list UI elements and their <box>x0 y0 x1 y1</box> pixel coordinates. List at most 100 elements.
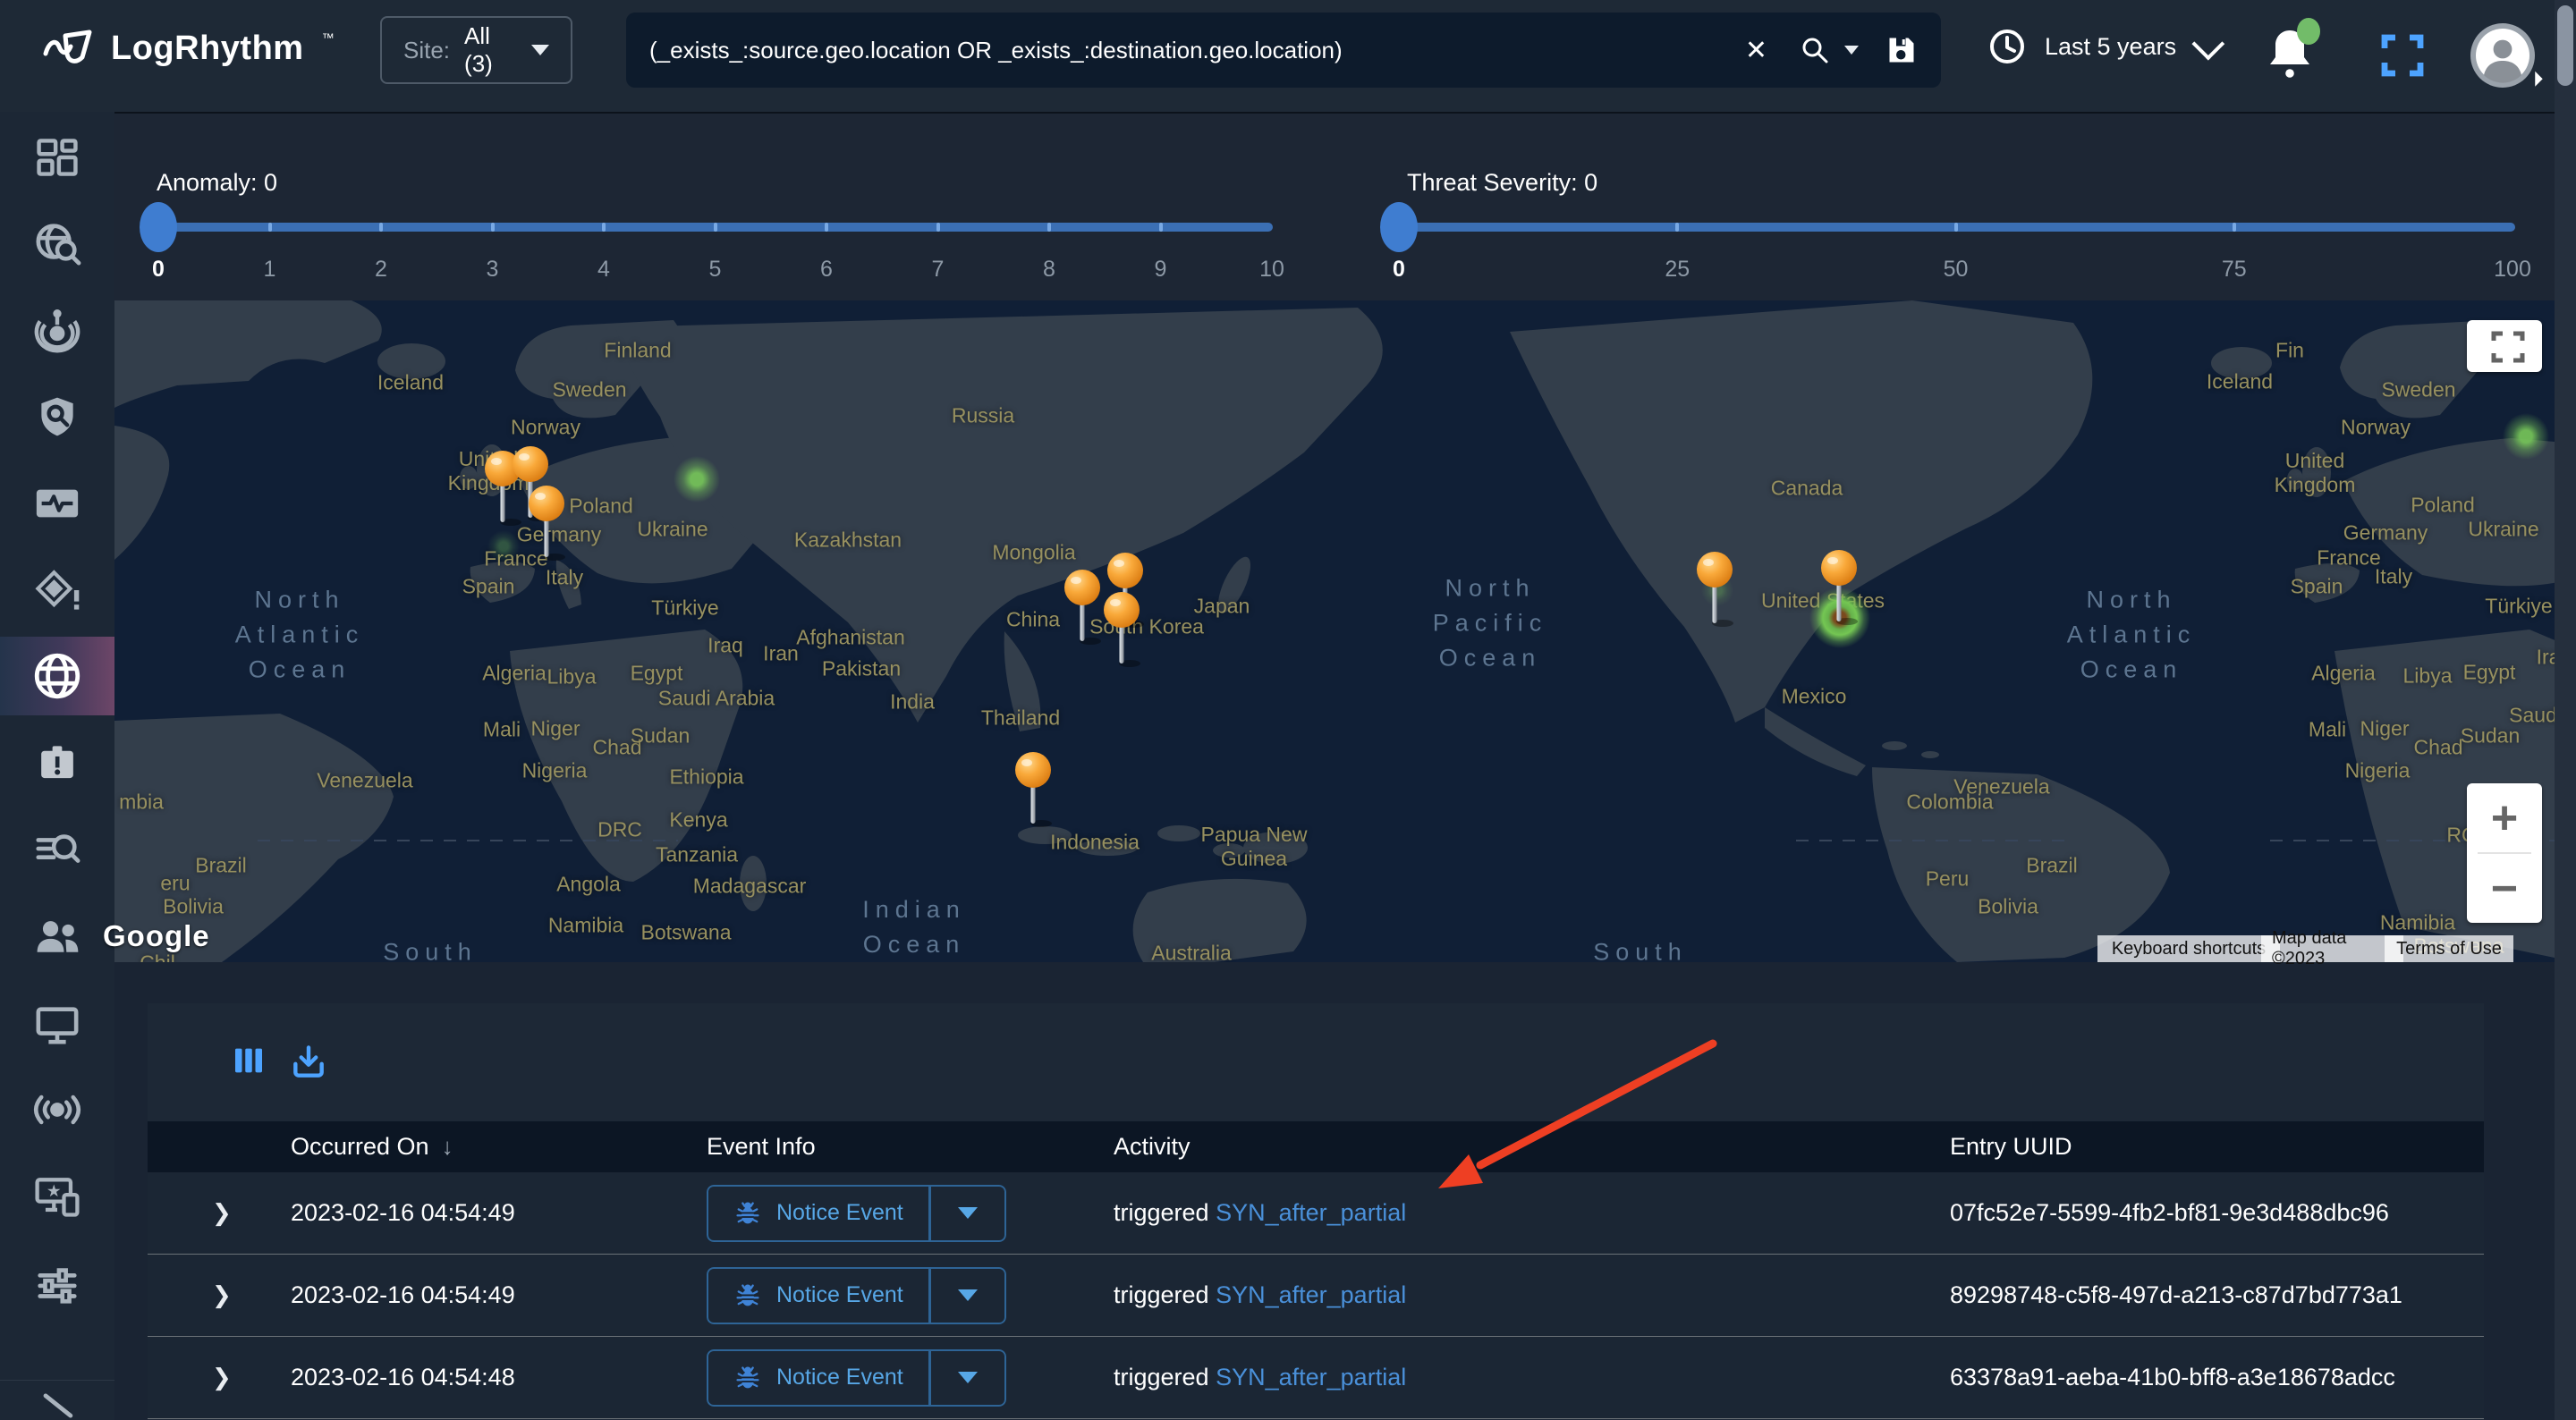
threat-slider-handle[interactable] <box>1380 202 1418 252</box>
col-activity[interactable]: Activity <box>1114 1133 1950 1161</box>
col-occurred-on[interactable]: Occurred On↓ <box>291 1133 707 1161</box>
site-label: Site: <box>403 37 450 64</box>
slider-tick-label: 5 <box>709 257 722 283</box>
col-event-info[interactable]: Event Info <box>707 1133 1114 1161</box>
logrhythm-mark-icon <box>43 27 95 70</box>
save-icon[interactable] <box>1885 34 1918 66</box>
map-fullscreen-icon <box>2467 320 2542 372</box>
zoom-in-button[interactable]: + <box>2467 783 2542 852</box>
clock-icon <box>1987 27 2027 66</box>
occurred-on-cell: 2023-02-16 04:54:49 <box>291 1199 707 1227</box>
notice-event-caret[interactable] <box>930 1349 1006 1407</box>
map-fullscreen-button[interactable] <box>2467 320 2542 372</box>
google-logo[interactable]: Google <box>103 919 210 953</box>
notice-event-caret[interactable] <box>930 1267 1006 1324</box>
filter-sliders: Anomaly: 0 012345678910 Threat Severity:… <box>114 114 2576 300</box>
sidebar-item-discover[interactable] <box>0 204 114 283</box>
sidebar-item-case-alert[interactable] <box>0 724 114 803</box>
zoom-out-button[interactable]: − <box>2467 854 2542 923</box>
partial-icon <box>34 1392 80 1419</box>
brand-name: LogRhythm <box>111 30 304 68</box>
row-expand-chevron-icon[interactable]: ❯ <box>148 1199 291 1227</box>
sidebar-item-alarms[interactable] <box>0 551 114 630</box>
sidebar-item-broadcast[interactable] <box>0 1070 114 1149</box>
search-bar[interactable]: (_exists_:source.geo.location OR _exists… <box>626 13 1941 88</box>
search-query[interactable]: (_exists_:source.geo.location OR _exists… <box>649 37 1740 64</box>
event-info-cell: Notice Event <box>707 1349 1114 1407</box>
anomaly-slider-handle[interactable] <box>140 202 177 252</box>
map-landmass <box>114 300 2576 962</box>
geo-map[interactable]: IcelandFinlandSwedenNorwayRussiaUnited K… <box>114 300 2576 962</box>
occurred-on-cell: 2023-02-16 04:54:49 <box>291 1281 707 1309</box>
notice-event-button[interactable]: Notice Event <box>707 1185 1006 1242</box>
download-icon[interactable] <box>289 1043 328 1082</box>
sidebar-item-monitor[interactable] <box>0 985 114 1064</box>
shield-search-icon <box>34 393 80 440</box>
user-avatar[interactable] <box>2470 23 2535 88</box>
sidebar-item-log-search[interactable] <box>0 811 114 890</box>
sidebar-item-devices[interactable]: ★ <box>0 1157 114 1236</box>
sort-desc-icon[interactable]: ↓ <box>442 1133 453 1160</box>
notice-event-label: Notice Event <box>776 1200 903 1226</box>
sidebar-item-shield-search[interactable] <box>0 377 114 456</box>
time-range-selector[interactable]: Last 5 years <box>1987 27 2217 66</box>
sidebar-item-partial[interactable] <box>0 1390 114 1420</box>
row-expand-chevron-icon[interactable]: ❯ <box>148 1364 291 1391</box>
events-table-panel: Occurred On↓ Event Info Activity Entry U… <box>148 1003 2484 1420</box>
badge-alert-icon <box>35 741 80 786</box>
logrhythm-logo[interactable]: LogRhythm ™ <box>43 27 333 70</box>
search-icon[interactable] <box>1800 35 1859 65</box>
left-sidebar: ★ <box>0 112 114 1420</box>
sidebar-item-settings[interactable] <box>0 1245 114 1323</box>
activity-link[interactable]: SYN_after_partial <box>1216 1281 1406 1308</box>
sidebar-item-users[interactable] <box>0 898 114 976</box>
notifications-button[interactable] <box>2267 25 2317 82</box>
terms-of-use-link[interactable]: Terms of Use <box>2385 935 2513 962</box>
threat-slider-label: Threat Severity: 0 <box>1407 169 1597 197</box>
notification-badge <box>2297 18 2320 45</box>
broadcast-icon <box>32 1088 82 1131</box>
slider-tick-label: 1 <box>264 257 276 283</box>
columns-icon[interactable] <box>231 1043 267 1078</box>
page-scrollbar[interactable] <box>2555 0 2576 1420</box>
logrhythm-console: LogRhythm ™ Site: All (3) (_exists_:sour… <box>0 0 2576 1420</box>
notice-event-label: Notice Event <box>776 1282 903 1308</box>
fullscreen-icon[interactable] <box>2379 32 2426 79</box>
table-toolbar <box>148 1003 2484 1121</box>
entry-uuid-cell: 89298748-c5f8-497d-a213-c87d7bd773a1 <box>1950 1281 2484 1309</box>
keyboard-shortcuts-button[interactable]: Keyboard shortcuts <box>2097 935 2280 962</box>
sidebar-item-dashboard[interactable] <box>0 118 114 197</box>
globe-search-icon <box>33 219 81 267</box>
slider-tick-label: 75 <box>2222 257 2247 283</box>
col-entry-uuid[interactable]: Entry UUID <box>1950 1133 2484 1161</box>
sidebar-divider <box>0 1380 114 1381</box>
slider-track-dot <box>1159 223 1163 232</box>
activity-link[interactable]: SYN_after_partial <box>1216 1364 1406 1390</box>
top-navbar: LogRhythm ™ Site: All (3) (_exists_:sour… <box>0 0 2576 114</box>
sidebar-item-activity[interactable] <box>0 464 114 543</box>
event-info-cell: Notice Event <box>707 1267 1114 1324</box>
bug-icon <box>733 1281 762 1310</box>
notice-event-button[interactable]: Notice Event <box>707 1349 1006 1407</box>
slider-track-dot <box>1675 223 1679 232</box>
activity-cell: triggered SYN_after_partial <box>1114 1364 1950 1391</box>
map-data-attribution: Map data ©2023 <box>2261 935 2403 962</box>
clear-icon[interactable]: ✕ <box>1740 35 1773 66</box>
sidebar-item-radar[interactable] <box>0 291 114 369</box>
dashboard-icon <box>34 134 80 181</box>
site-value: All (3) <box>464 22 512 78</box>
notice-event-caret[interactable] <box>930 1185 1006 1242</box>
table-row[interactable]: ❯ 2023-02-16 04:54:49 <box>148 1172 2484 1255</box>
row-expand-chevron-icon[interactable]: ❯ <box>148 1281 291 1309</box>
site-selector[interactable]: Site: All (3) <box>380 16 572 84</box>
slider-tick-label: 2 <box>375 257 387 283</box>
slider-tick-label: 9 <box>1155 257 1167 283</box>
table-row[interactable]: ❯ 2023-02-16 04:54:48 <box>148 1337 2484 1419</box>
sidebar-item-geo-map[interactable] <box>0 637 114 715</box>
diamond-alert-icon <box>33 566 81 614</box>
table-row[interactable]: ❯ 2023-02-16 04:54:49 <box>148 1255 2484 1337</box>
notice-event-button[interactable]: Notice Event <box>707 1267 1006 1324</box>
activity-link[interactable]: SYN_after_partial <box>1216 1199 1406 1226</box>
anomaly-slider-label: Anomaly: 0 <box>157 169 277 197</box>
scrollbar-thumb[interactable] <box>2557 5 2573 86</box>
